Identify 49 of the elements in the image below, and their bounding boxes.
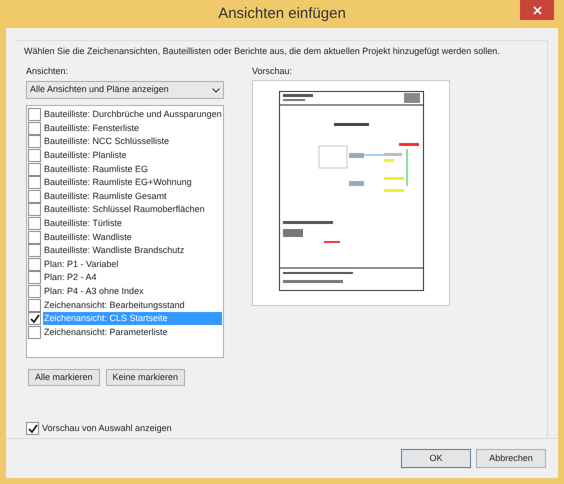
- checkbox[interactable]: [28, 271, 41, 284]
- list-item[interactable]: Bauteilliste: Wandliste Brandschutz: [43, 244, 222, 258]
- checkbox[interactable]: [28, 162, 41, 176]
- list-item[interactable]: Plan: P1 - Variabel: [43, 258, 222, 271]
- list-item[interactable]: Bauteilliste: Türliste: [43, 217, 222, 230]
- ok-button[interactable]: OK: [401, 449, 471, 468]
- list-item[interactable]: Bauteilliste: Durchbrüche und Aussparungen: [43, 108, 223, 122]
- checkbox[interactable]: [28, 122, 41, 135]
- checkbox[interactable]: [28, 176, 41, 190]
- checkbox[interactable]: [28, 312, 41, 326]
- checkbox[interactable]: [28, 230, 41, 244]
- checkbox[interactable]: [28, 108, 41, 122]
- instruction-text: Wählen Sie die Zeichenansichten, Bauteillisten oder Berichte aus, die dem aktuellen Projekt hinzugefügt werden sollen.: [24, 45, 501, 58]
- list-item[interactable]: Bauteilliste: Raumliste EG+Wohnung: [43, 176, 222, 190]
- list-item[interactable]: Bauteilliste: NCC Schlüsselliste: [43, 135, 222, 148]
- show-preview-label: Vorschau von Auswahl anzeigen: [42, 422, 172, 435]
- close-button[interactable]: [520, 0, 554, 20]
- views-dropdown[interactable]: Alle Ansichten und Pläne anzeigen: [26, 81, 224, 99]
- window-title: Ansichten einfügen: [218, 4, 346, 24]
- list-item[interactable]: Bauteilliste: Fensterliste: [43, 122, 222, 135]
- list-item[interactable]: Bauteilliste: Wandliste: [43, 230, 222, 244]
- list-item[interactable]: Plan: P2 - A4: [43, 271, 222, 284]
- preview-label: Vorschau:: [252, 64, 294, 78]
- cancel-button[interactable]: Abbrechen: [476, 449, 546, 468]
- checkbox[interactable]: [28, 203, 41, 216]
- list-item[interactable]: Zeichenansicht: Parameterliste: [43, 326, 222, 339]
- mark-button[interactable]: Alle markieren: [28, 369, 100, 386]
- list-item[interactable]: Zeichenansicht: Bearbeitungsstand: [43, 298, 222, 312]
- list-item[interactable]: Bauteilliste: Schlüssel Raumoberflächen: [43, 203, 222, 216]
- checkmark-icon: [30, 314, 40, 324]
- checkbox[interactable]: [28, 258, 41, 271]
- checkbox[interactable]: [28, 217, 41, 230]
- checkbox[interactable]: [28, 244, 41, 258]
- close-icon: [532, 6, 542, 14]
- views-label: Ansichten:: [26, 64, 70, 78]
- list-item[interactable]: Bauteilliste: Raumliste Gesamt: [43, 190, 222, 203]
- chevron-down-icon: [212, 88, 220, 92]
- checkbox[interactable]: [28, 149, 41, 162]
- checkmark-icon: [28, 424, 38, 434]
- checkbox[interactable]: [28, 135, 41, 148]
- list-item[interactable]: Bauteilliste: Planliste: [43, 149, 222, 162]
- checkbox[interactable]: [28, 326, 41, 339]
- mark-button[interactable]: Keine markieren: [106, 369, 186, 386]
- checkbox[interactable]: [28, 298, 41, 312]
- checkbox[interactable]: [28, 285, 41, 298]
- checkbox[interactable]: [28, 190, 41, 203]
- list-item[interactable]: Bauteilliste: Raumliste EG: [43, 162, 222, 176]
- checkbox[interactable]: [26, 422, 39, 436]
- list-item[interactable]: Plan: P4 - A3 ohne Index: [43, 285, 222, 298]
